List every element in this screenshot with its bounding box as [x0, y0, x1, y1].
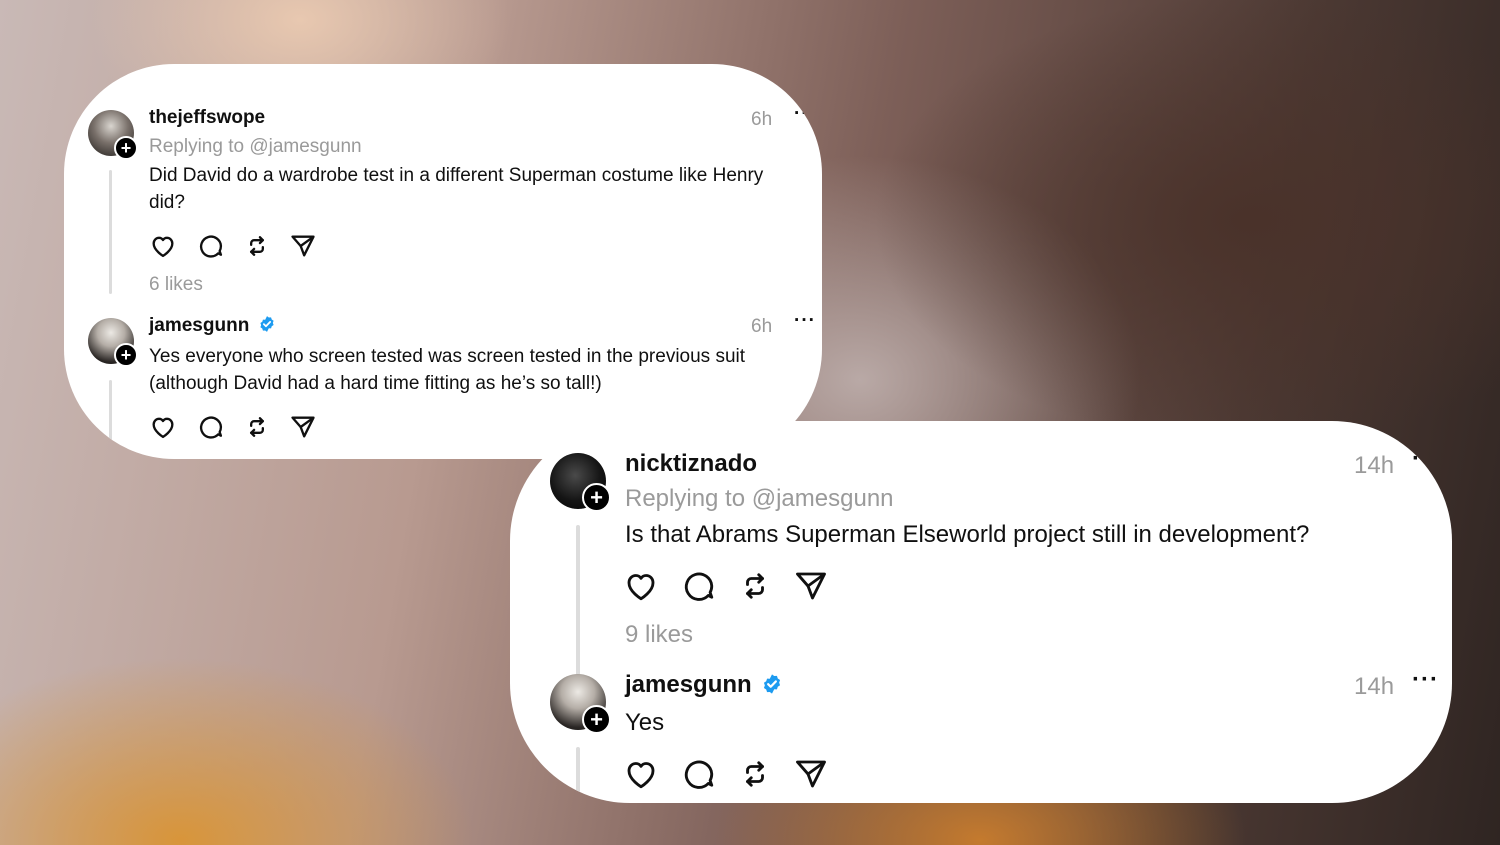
post-time: 6h — [751, 109, 773, 130]
share-icon[interactable] — [793, 756, 829, 792]
thread-line — [109, 170, 112, 294]
reply-text-line-1: Yes everyone who screen tested was scree… — [149, 346, 746, 367]
reply-username-text[interactable]: jamesgunn — [149, 315, 249, 336]
post-username[interactable]: nicktiznado — [625, 450, 757, 478]
heart-icon[interactable] — [149, 232, 177, 260]
post-username[interactable]: thejeffswope — [149, 107, 265, 129]
more-icon[interactable]: ··· — [1412, 666, 1439, 694]
thread-line — [109, 380, 112, 459]
post-text-line-2: did? — [149, 192, 185, 213]
reply-time: 14h — [1354, 673, 1395, 700]
heart-icon[interactable] — [623, 568, 659, 604]
post-text-line-1: Is that Abrams Superman Elseworld projec… — [625, 521, 1310, 548]
verified-badge-icon — [259, 316, 274, 333]
like-count[interactable]: 6 likes — [149, 274, 203, 296]
reply-text-line-2: (although David had a hard time fitting … — [149, 373, 602, 394]
post-time: 14h — [1354, 452, 1395, 479]
reply-text-line-1: Yes — [625, 709, 665, 736]
thread-card-1: + thejeffswope 6h ··· Replying to @james… — [64, 64, 822, 459]
reply-username[interactable]: jamesgunn — [625, 671, 783, 699]
share-icon[interactable] — [793, 568, 829, 604]
follow-plus-icon[interactable]: + — [114, 343, 138, 367]
reply-username[interactable]: jamesgunn — [149, 315, 276, 337]
more-icon[interactable]: ··· — [1412, 445, 1439, 473]
post-actions — [149, 232, 317, 260]
comment-icon[interactable] — [197, 232, 225, 260]
repost-icon[interactable] — [737, 756, 773, 792]
verified-badge-icon — [764, 674, 781, 694]
heart-icon[interactable] — [623, 756, 659, 792]
post-actions — [623, 568, 829, 604]
replying-to[interactable]: Replying to @jamesgunn — [625, 485, 894, 513]
replying-to[interactable]: Replying to @jamesgunn — [149, 136, 362, 158]
follow-plus-icon[interactable]: + — [582, 483, 611, 512]
comment-icon[interactable] — [197, 413, 225, 441]
more-icon[interactable]: ··· — [794, 310, 816, 332]
share-icon[interactable] — [289, 232, 317, 260]
thread-line — [576, 747, 580, 803]
repost-icon[interactable] — [737, 568, 773, 604]
heart-icon[interactable] — [149, 413, 177, 441]
like-count[interactable]: 9 likes — [625, 621, 693, 649]
reply-actions — [149, 413, 317, 441]
reply-username-text[interactable]: jamesgunn — [625, 671, 752, 698]
repost-icon[interactable] — [243, 413, 271, 441]
thread-line — [576, 525, 580, 685]
follow-plus-icon[interactable]: + — [114, 136, 138, 160]
follow-plus-icon[interactable]: + — [582, 705, 611, 734]
reply-actions — [623, 756, 829, 792]
more-icon[interactable]: ··· — [794, 103, 816, 125]
comment-icon[interactable] — [681, 568, 717, 604]
thread-card-2: + nicktiznado 14h ··· Replying to @james… — [510, 421, 1452, 803]
post-text-line-1: Did David do a wardrobe test in a differ… — [149, 165, 764, 186]
share-icon[interactable] — [289, 413, 317, 441]
repost-icon[interactable] — [243, 232, 271, 260]
comment-icon[interactable] — [681, 756, 717, 792]
reply-time: 6h — [751, 316, 773, 337]
